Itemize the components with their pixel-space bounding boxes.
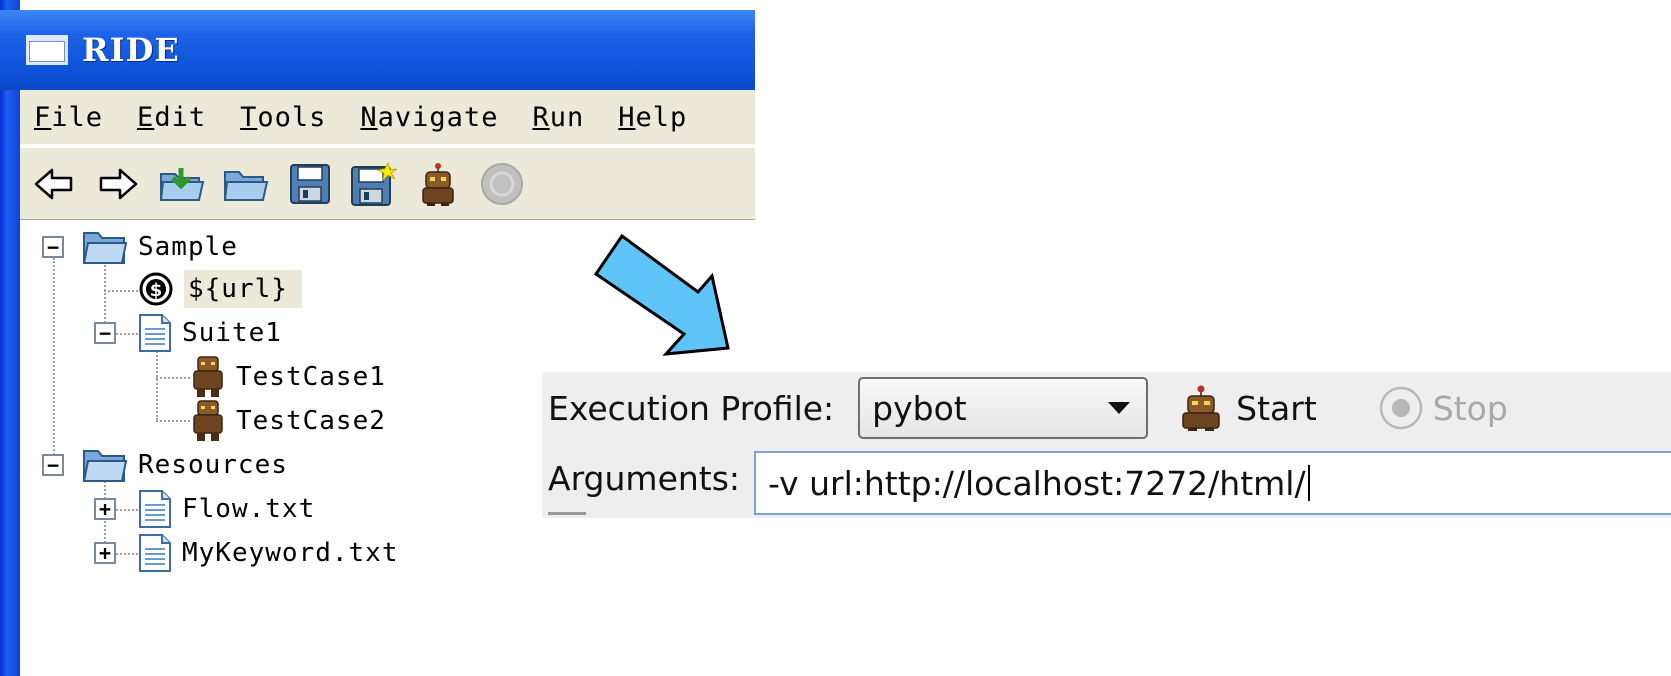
tree-item-label: Sample [138,232,238,262]
tree-item-label: Suite1 [182,318,282,348]
save-icon [290,163,330,204]
save-all-icon [351,161,398,206]
window-title: RIDE [82,31,180,69]
back-arrow-icon [34,168,73,199]
menu-run[interactable]: Run [532,102,584,133]
tree-connector [53,258,55,466]
open-suite-icon [159,167,205,201]
back-button[interactable] [26,156,82,212]
tree-item-label: TestCase1 [236,362,386,392]
expand-mykeyword-toggle[interactable]: + [94,542,116,564]
file-icon [138,489,172,529]
save-all-button[interactable] [346,156,402,212]
arguments-underline [548,512,586,515]
stop-label: Stop [1432,388,1508,428]
menu-help[interactable]: Help [618,102,687,133]
arguments-input[interactable]: -v url:http://localhost:7272/html/ [754,451,1671,515]
svg-text:$: $ [150,280,163,301]
save-button[interactable] [282,156,338,212]
stop-icon [1379,386,1423,430]
execution-profile-row: Execution Profile: pybot Start Stop [542,372,1671,444]
collapse-suite1-toggle[interactable]: − [94,322,116,344]
start-label: Start [1236,388,1317,428]
menu-edit[interactable]: Edit [137,102,206,133]
tree-item-mykeyword-txt[interactable]: MyKeyword.txt [138,532,399,574]
forward-button[interactable] [90,156,146,212]
stop-icon [481,162,523,205]
folder-icon [82,229,128,265]
tree-item-testcase2[interactable]: TestCase2 [190,400,386,442]
tree-connector [116,509,138,511]
chevron-down-icon [1108,402,1131,414]
file-icon [138,533,172,573]
file-icon [138,313,172,353]
expand-flow-toggle[interactable]: + [94,498,116,520]
tree-item-label: Resources [138,450,288,480]
menu-file[interactable]: File [34,102,103,133]
window-icon [26,35,68,65]
tree-item-sample[interactable]: Sample [82,226,238,268]
tree-connector [156,420,190,422]
menu-bar: File Edit Tools Navigate Run Help [20,90,755,146]
robot-icon [190,399,226,443]
toolbar [20,148,755,220]
collapse-resources-toggle[interactable]: − [42,454,64,476]
tree-item-url-variable[interactable]: $ ${url} [138,268,302,310]
run-button[interactable] [410,156,466,212]
tree-connector [116,333,138,335]
callout-arrow-icon [593,233,730,356]
tree-item-label: MyKeyword.txt [182,538,399,568]
tree-connector [104,290,138,292]
tree-item-flow-txt[interactable]: Flow.txt [138,488,315,530]
execution-profile-select[interactable]: pybot [858,377,1149,439]
tree-item-label: TestCase2 [236,406,386,436]
tree-connector [116,553,138,555]
tree-connector [156,348,158,420]
tree-item-testcase1[interactable]: TestCase1 [190,356,386,398]
tree-item-label: Flow.txt [182,494,316,524]
arguments-value: -v url:http://localhost:7272/html/ [768,463,1306,503]
arguments-label: Arguments: [548,458,741,498]
execution-panel: Execution Profile: pybot Start Stop Argu… [542,372,1671,518]
tree-item-suite1[interactable]: Suite1 [138,312,282,354]
robot-icon [190,355,226,399]
arguments-row: Arguments: -v url:http://localhost:7272/… [542,450,1671,516]
execution-profile-value: pybot [872,388,967,428]
variable-icon: $ [138,271,174,307]
text-caret [1307,465,1310,501]
open-suite-button[interactable] [154,156,210,212]
window-frame-left [0,0,20,676]
run-robot-icon [1182,385,1220,431]
execution-profile-label: Execution Profile: [548,388,835,428]
tree-connector [156,377,190,379]
open-folder-icon [223,170,269,201]
tree-item-label: ${url} [184,270,302,308]
forward-arrow-icon [99,168,138,199]
collapse-sample-toggle[interactable]: − [42,236,64,258]
title-bar[interactable]: RIDE [0,10,755,90]
tree-item-resources[interactable]: Resources [82,444,288,486]
start-button[interactable]: Start [1178,384,1317,432]
stop-button[interactable] [474,156,530,212]
menu-navigate[interactable]: Navigate [360,102,498,133]
menu-tools[interactable]: Tools [240,102,326,133]
stop-execution-button[interactable]: Stop [1379,386,1508,430]
folder-icon [82,447,128,483]
run-robot-icon [422,162,454,206]
open-directory-button[interactable] [218,156,274,212]
